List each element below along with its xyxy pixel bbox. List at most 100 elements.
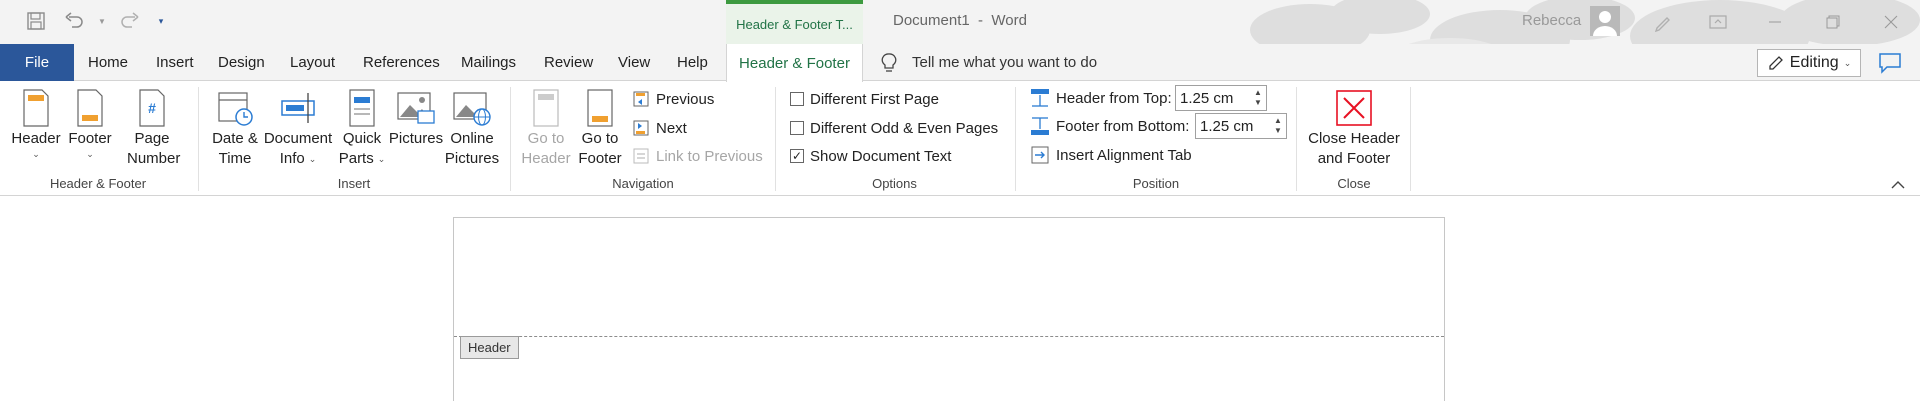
quick-access-toolbar: ▼ ▾ — [20, 6, 170, 36]
online-pictures-button[interactable]: Online Pictures — [444, 87, 500, 169]
customize-qat-button[interactable]: ▾ — [152, 6, 170, 36]
different-odd-even-checkbox[interactable]: Different Odd & Even Pages — [790, 116, 998, 140]
calendar-clock-icon — [218, 92, 253, 126]
collapse-ribbon-icon[interactable] — [1890, 178, 1906, 190]
different-odd-even-label: Different Odd & Even Pages — [810, 119, 999, 137]
close-header-footer-label-2: and Footer — [1317, 150, 1391, 167]
chevron-down-icon: ⌄ — [32, 149, 40, 159]
insert-alignment-tab-button[interactable]: Insert Alignment Tab — [1030, 143, 1192, 167]
group-label-options: Options — [872, 176, 917, 191]
date-time-button[interactable]: Date & Time — [208, 87, 262, 169]
close-window-button[interactable] — [1868, 0, 1914, 44]
header-button[interactable]: Header ⌄ — [11, 87, 61, 159]
go-to-header-label-2: Header — [521, 150, 571, 167]
previous-section-icon — [633, 91, 649, 107]
document-info-button[interactable]: Document Info ⌄ — [262, 87, 334, 169]
tab-references[interactable]: References — [363, 44, 440, 81]
save-icon — [27, 12, 45, 30]
tab-view[interactable]: View — [618, 44, 650, 81]
link-to-previous-button[interactable]: Link to Previous — [632, 144, 763, 168]
redo-button[interactable] — [114, 6, 146, 36]
tab-header-footer[interactable]: Header & Footer — [726, 44, 863, 82]
header-label: Header — [11, 130, 61, 147]
group-label-navigation: Navigation — [612, 176, 674, 191]
save-button[interactable] — [20, 6, 52, 36]
document-info-label-1: Document — [263, 130, 333, 147]
user-avatar-icon — [1593, 11, 1617, 36]
document-info-icon — [281, 93, 315, 123]
comments-icon[interactable] — [1878, 52, 1902, 74]
title-bar: ▼ ▾ Header & Footer T... Document1 - Wor… — [0, 0, 1920, 44]
designer-button[interactable] — [1640, 0, 1686, 44]
footer-from-bottom-spinner[interactable]: 1.25 cm ▲ ▼ — [1195, 113, 1287, 139]
footer-button[interactable]: Footer ⌄ — [66, 87, 114, 159]
avatar[interactable] — [1590, 6, 1620, 36]
go-to-footer-button[interactable]: Go to Footer — [574, 87, 626, 169]
header-region-tag: Header — [460, 336, 519, 359]
undo-button[interactable] — [58, 6, 90, 36]
footer-from-bottom-label: Footer from Bottom: — [1056, 117, 1190, 135]
header-boundary-line — [454, 336, 1444, 337]
link-icon — [633, 148, 649, 164]
go-to-footer-label-2: Footer — [578, 150, 622, 167]
group-label-position: Position — [1132, 176, 1180, 191]
minimize-button[interactable] — [1752, 0, 1798, 44]
close-icon — [1884, 15, 1898, 29]
quick-parts-label-2: Parts — [338, 150, 374, 167]
footer-label: Footer — [68, 130, 112, 147]
chevron-down-icon: ⌄ — [1843, 57, 1852, 68]
go-to-header-button[interactable]: Go to Header — [518, 87, 574, 169]
tab-insert[interactable]: Insert — [156, 44, 194, 81]
go-to-footer-icon — [587, 89, 613, 127]
group-divider — [1410, 87, 1411, 191]
different-first-page-checkbox[interactable]: Different First Page — [790, 87, 939, 111]
chevron-down-icon: ⌄ — [377, 154, 386, 164]
footer-icon — [77, 89, 103, 127]
alignment-tab-icon — [1031, 146, 1049, 164]
ribbon-display-options-button[interactable] — [1695, 0, 1741, 44]
group-label-close: Close — [1337, 176, 1371, 191]
show-document-text-label: Show Document Text — [810, 147, 952, 165]
tab-layout[interactable]: Layout — [290, 44, 335, 81]
header-position-icon — [1031, 89, 1049, 107]
editing-mode-button[interactable]: Editing ⌄ — [1757, 49, 1861, 77]
restore-button[interactable] — [1810, 0, 1856, 44]
pen-sparkle-icon — [1654, 17, 1670, 33]
show-document-text-checkbox[interactable]: ✓ Show Document Text — [790, 144, 951, 168]
document-info-label-2: Info — [279, 150, 305, 167]
page-number-button[interactable]: # Page Number — [118, 87, 186, 169]
pictures-button[interactable]: Pictures — [388, 87, 444, 149]
header-from-top-value: 1.25 cm — [1180, 89, 1234, 107]
group-divider — [198, 87, 199, 191]
tab-help[interactable]: Help — [677, 44, 708, 81]
tab-home[interactable]: Home — [88, 44, 128, 81]
chevron-down-icon: ⌄ — [86, 149, 94, 159]
footer-position-icon — [1031, 117, 1049, 135]
spinner-arrows-icon[interactable]: ▲ ▼ — [1252, 86, 1264, 110]
redo-icon — [121, 12, 139, 28]
undo-dropdown[interactable]: ▼ — [96, 6, 108, 36]
tab-review[interactable]: Review — [544, 44, 593, 81]
next-section-icon — [633, 120, 649, 136]
user-name[interactable]: Rebecca — [1522, 12, 1581, 29]
tab-design[interactable]: Design — [218, 44, 265, 81]
tab-mailings[interactable]: Mailings — [461, 44, 516, 81]
ribbon-tab-row: File Home Insert Design Layout Reference… — [0, 44, 1920, 82]
tell-me-search[interactable]: Tell me what you want to do — [880, 44, 1097, 81]
online-pictures-label-2: Pictures — [444, 150, 500, 167]
tell-me-label: Tell me what you want to do — [912, 54, 1098, 71]
document-canvas: Header — [0, 196, 1920, 401]
quick-parts-button[interactable]: Quick Parts ⌄ — [338, 87, 386, 169]
tab-file[interactable]: File — [0, 44, 74, 81]
page-number-icon: # — [139, 89, 165, 127]
close-header-footer-button[interactable]: Close Header and Footer — [1300, 87, 1408, 169]
next-button[interactable]: Next — [632, 116, 687, 140]
document-page[interactable]: Header — [453, 217, 1445, 401]
previous-button[interactable]: Previous — [632, 87, 714, 111]
ribbon: Header ⌄ Footer ⌄ # Page Number Header &… — [0, 81, 1920, 196]
go-to-header-label-1: Go to — [527, 130, 565, 147]
restore-icon — [1826, 15, 1840, 29]
next-label: Next — [656, 119, 687, 137]
header-from-top-spinner[interactable]: 1.25 cm ▲ ▼ — [1175, 85, 1267, 111]
spinner-arrows-icon[interactable]: ▲ ▼ — [1272, 114, 1284, 138]
